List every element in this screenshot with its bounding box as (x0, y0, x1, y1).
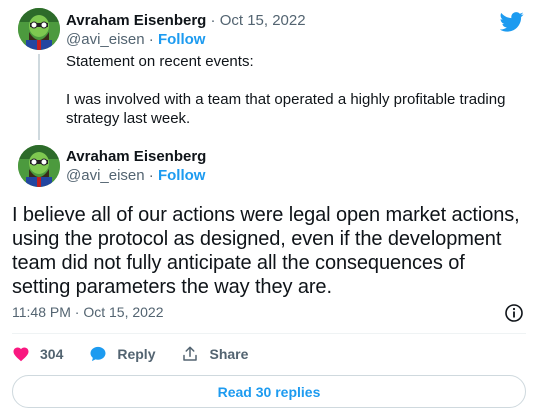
avatar[interactable] (18, 145, 60, 187)
twitter-bird-icon[interactable] (499, 12, 524, 32)
share-upload-icon (183, 346, 198, 361)
display-name[interactable]: Avraham Eisenberg (66, 12, 206, 29)
tweet2-header: Avraham Eisenberg (66, 148, 206, 166)
tweet2-handle-row: @avi_eisen · Follow (66, 167, 206, 184)
action-bar: 304 Reply Share (12, 345, 274, 363)
heart-icon (13, 347, 29, 362)
thread-connector-line (38, 54, 40, 140)
share-label: Share (209, 346, 249, 362)
reply-label: Reply (117, 346, 156, 362)
tweet1-text: Statement on recent events: I was involv… (66, 52, 526, 128)
separator: · (206, 12, 220, 29)
tweet1-paragraph: Statement on recent events: (66, 53, 254, 70)
tweet1-header: Avraham Eisenberg · Oct 15, 2022 (66, 12, 306, 30)
tweet1-handle-row: @avi_eisen · Follow (66, 31, 206, 48)
tweet-timestamp[interactable]: 11:48 PM · Oct 15, 2022 (12, 304, 164, 320)
display-name[interactable]: Avraham Eisenberg (66, 148, 206, 165)
handle[interactable]: @avi_eisen (66, 31, 145, 48)
read-replies-button[interactable]: Read 30 replies (12, 375, 526, 408)
handle[interactable]: @avi_eisen (66, 167, 145, 184)
reply-button[interactable]: Reply (89, 345, 155, 363)
speech-bubble-icon (90, 346, 106, 362)
follow-button[interactable]: Follow (158, 31, 206, 48)
info-icon[interactable] (504, 303, 524, 323)
tweet2-text: I believe all of our actions were legal … (12, 204, 520, 298)
follow-button[interactable]: Follow (158, 167, 206, 184)
divider (12, 333, 526, 334)
tweet-date[interactable]: Oct 15, 2022 (220, 12, 306, 29)
like-button[interactable]: 304 (12, 345, 63, 363)
avatar[interactable] (18, 8, 60, 50)
share-button[interactable]: Share (181, 345, 248, 363)
like-count: 304 (40, 346, 64, 362)
tweet1-paragraph: I was involved with a team that operated… (66, 91, 506, 127)
